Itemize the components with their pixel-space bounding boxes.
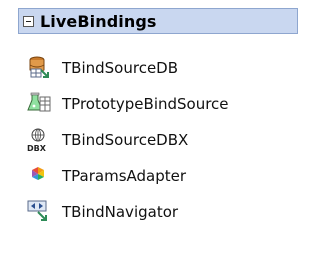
component-label: TBindSourceDB (62, 59, 179, 77)
component-label: TParamsAdapter (62, 167, 187, 185)
bind-source-db-icon (29, 56, 49, 78)
component-item-tparamsadapter[interactable]: TParamsAdapter (26, 158, 311, 194)
component-item-tbindsourcedb[interactable]: TBindSourceDB (26, 50, 311, 86)
category-header-livebindings[interactable]: LiveBindings (18, 8, 298, 34)
params-adapter-icon (32, 167, 44, 180)
tool-palette: LiveBindings TBindSourceDB TPrototypeBin… (0, 0, 315, 258)
collapse-icon[interactable] (23, 15, 34, 27)
component-item-tprototypebindsource[interactable]: TPrototypeBindSource (26, 86, 311, 122)
svg-text:DBX: DBX (27, 144, 47, 153)
component-label: TBindNavigator (62, 203, 179, 221)
bind-navigator-icon (27, 200, 47, 221)
category-title: LiveBindings (40, 11, 157, 31)
prototype-bind-source-icon (27, 92, 51, 112)
bind-source-dbx-icon: DBX (27, 128, 47, 153)
component-item-tbindsourcedbx[interactable]: DBX TBindSourceDBX (26, 122, 311, 158)
component-label: TPrototypeBindSource (62, 95, 229, 113)
component-item-tbindnavigator[interactable]: TBindNavigator (26, 194, 311, 230)
component-label: TBindSourceDBX (62, 131, 189, 149)
